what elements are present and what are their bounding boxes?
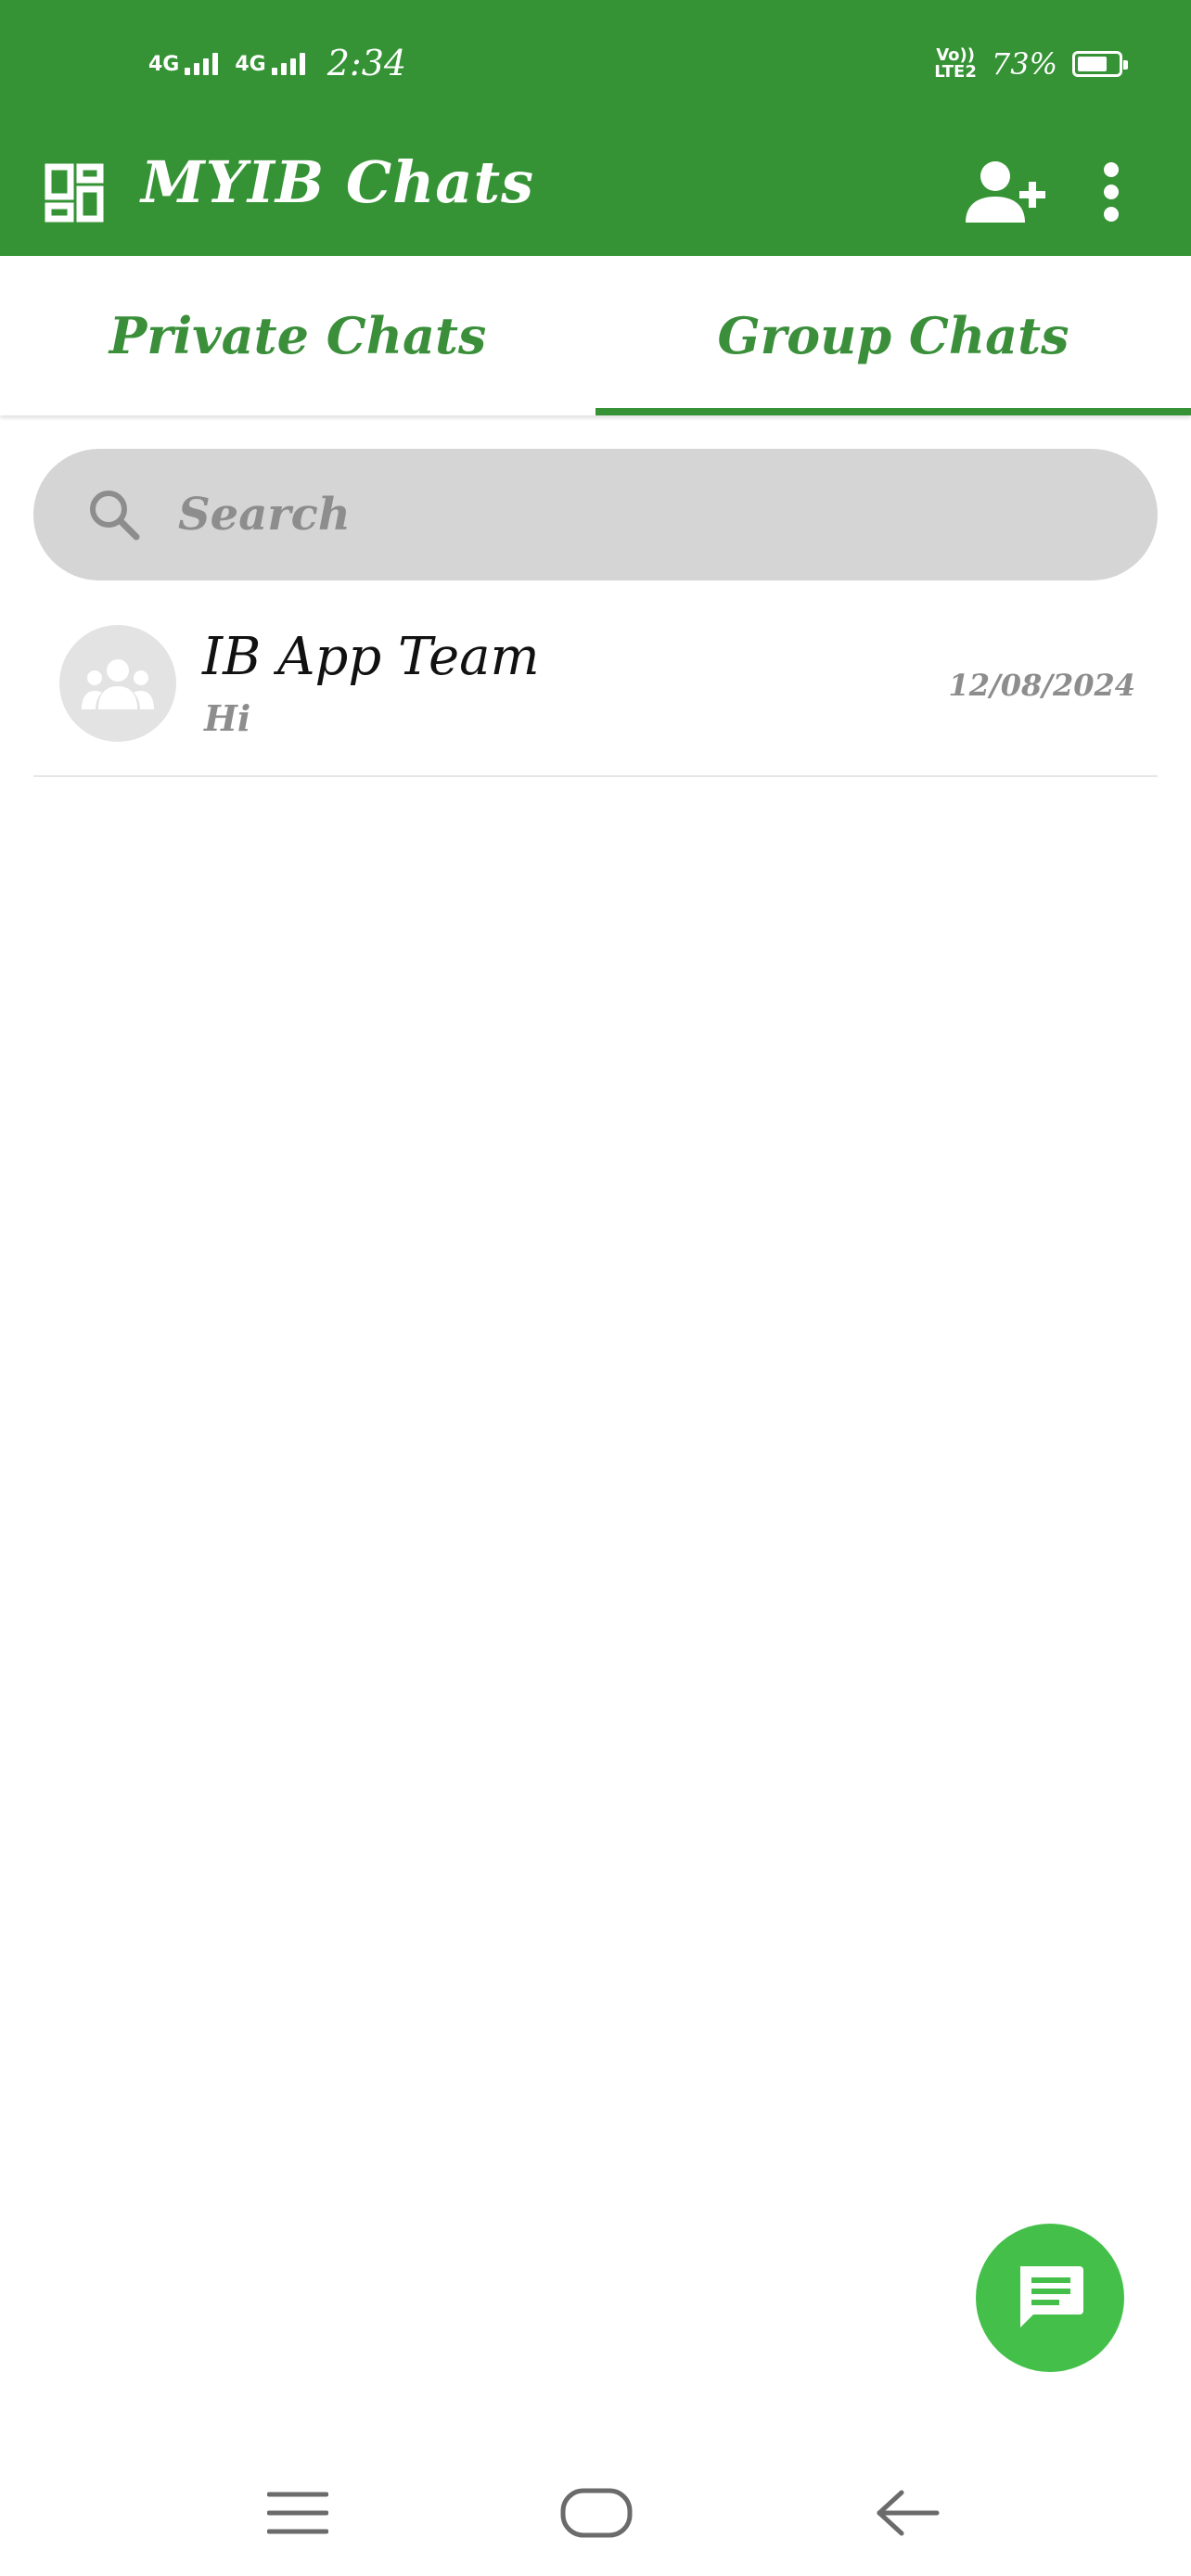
search-input[interactable]: Search xyxy=(178,489,351,541)
message-icon xyxy=(1020,2266,1083,2327)
search-bar[interactable]: Search xyxy=(33,449,1158,580)
network-type-label: 4G xyxy=(148,53,180,76)
list-item[interactable]: IB App Team Hi 12/08/2024 xyxy=(33,608,1158,777)
signal-icon xyxy=(271,51,305,75)
battery-fill xyxy=(1078,57,1107,71)
avatar xyxy=(59,625,176,742)
battery-percent: 73% xyxy=(991,46,1057,82)
group-icon xyxy=(82,659,154,709)
battery-icon xyxy=(1072,51,1128,77)
status-time: 2:34 xyxy=(327,43,407,83)
system-nav-bar xyxy=(0,2448,1191,2576)
chat-name: IB App Team xyxy=(202,627,540,687)
header: 4G 4G 2:34 Vo)) LTE2 73% MYIB Chats xyxy=(0,0,1191,256)
status-bar: 4G 4G 2:34 Vo)) LTE2 73% xyxy=(0,0,1191,130)
back-icon[interactable] xyxy=(857,2476,959,2550)
network-indicator-1: 4G xyxy=(148,51,219,76)
status-right: Vo)) LTE2 73% xyxy=(934,46,1128,82)
screen: 4G 4G 2:34 Vo)) LTE2 73% MYIB Chats Priv… xyxy=(0,0,1191,2576)
chat-date: 12/08/2024 xyxy=(948,668,1136,703)
volte-icon: Vo)) LTE2 xyxy=(934,47,977,81)
network-indicator-2: 4G xyxy=(235,51,305,76)
new-chat-button[interactable] xyxy=(976,2224,1124,2372)
app-title: MYIB Chats xyxy=(141,148,535,216)
more-vert-icon[interactable] xyxy=(1087,150,1135,234)
app-bar: MYIB Chats xyxy=(0,130,1191,256)
tab-bar: Private Chats Group Chats xyxy=(0,256,1191,415)
signal-icon xyxy=(185,51,219,75)
chat-last-message: Hi xyxy=(204,697,251,739)
home-icon[interactable] xyxy=(545,2476,647,2550)
dashboard-icon[interactable] xyxy=(35,154,113,232)
network-type-label: 4G xyxy=(235,53,266,76)
menu-icon[interactable] xyxy=(247,2476,349,2550)
volte-line2: LTE2 xyxy=(934,62,977,82)
status-left: 4G 4G 2:34 xyxy=(148,43,406,83)
search-icon xyxy=(83,484,145,545)
tab-group-chats[interactable]: Group Chats xyxy=(596,256,1191,415)
add-person-icon[interactable] xyxy=(961,150,1054,234)
tab-private-chats[interactable]: Private Chats xyxy=(0,256,596,415)
